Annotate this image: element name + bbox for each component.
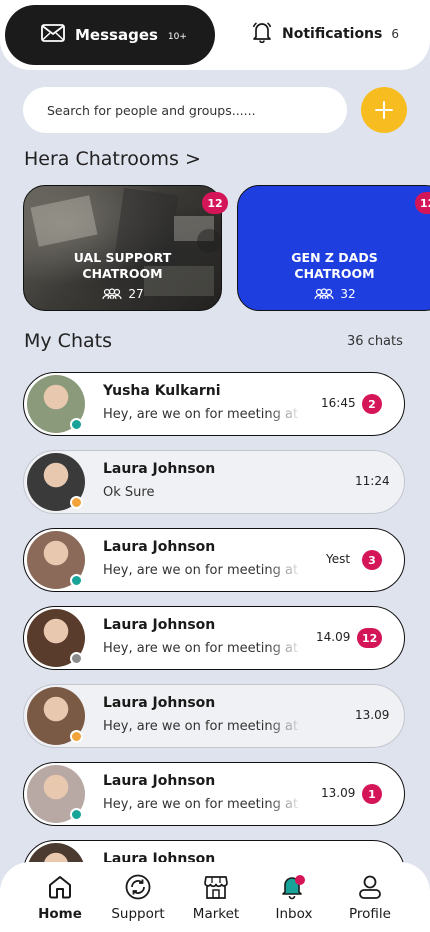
nav-inbox-label: Inbox (275, 906, 313, 922)
search-input[interactable] (47, 102, 327, 118)
tab-notifications[interactable]: Notifications 6 (252, 18, 399, 50)
nav-market-label: Market (192, 906, 240, 922)
chatroom-card-ual-support[interactable]: UAL SUPPORT CHATROOM 27 (23, 185, 222, 311)
chat-time: 16:45 (321, 396, 356, 410)
group-icon (102, 288, 122, 300)
chatroom-name-line2: CHATROOM (294, 266, 375, 281)
status-dot (70, 730, 83, 743)
chat-last-message: Hey, are we on for meeting at the (103, 641, 303, 656)
tab-messages-count: 10+ (167, 31, 187, 42)
nav-profile-label: Profile (349, 906, 391, 922)
chatroom-name-line1: UAL SUPPORT (73, 250, 172, 265)
chat-name: Yusha Kulkarni (103, 383, 221, 399)
unread-badge: 2 (362, 394, 382, 414)
tab-messages[interactable]: Messages 10+ (5, 5, 215, 65)
chat-row[interactable]: Laura Johnson Hey, are we on for meeting … (23, 528, 405, 592)
chatroom-card-gen-z-dads[interactable]: GEN Z DADS CHATROOM 32 (237, 185, 430, 311)
chat-last-message: Hey, are we on for meeting at the (103, 797, 303, 812)
chatroom-name: GEN Z DADS CHATROOM (238, 250, 430, 282)
add-button[interactable] (361, 87, 407, 133)
chat-row[interactable]: Laura Johnson Hey, are we on for meeting … (23, 684, 405, 748)
tab-notifications-count: 6 (391, 27, 399, 41)
chatroom-member-count: 27 (128, 287, 144, 301)
chatroom-badge: 12 (202, 192, 228, 214)
bottom-nav: Home Support Market Inbox Profile (0, 862, 430, 932)
chat-row[interactable]: Laura Johnson Ok Sure 11:24 (23, 450, 405, 514)
chat-last-message: Hey, are we on for meeting at the (103, 719, 303, 734)
chat-last-message: Hey, are we on for meeting at the (103, 407, 303, 422)
tab-messages-label: Messages (75, 26, 158, 44)
my-chats-title: My Chats (24, 330, 112, 352)
chatroom-member-count: 32 (340, 287, 356, 301)
chat-row[interactable]: Yusha Kulkarni Hey, are we on for meeting… (23, 372, 405, 436)
bell-notification-icon (282, 875, 305, 900)
chat-last-message: Hey, are we on for meeting at the (103, 563, 303, 578)
group-icon (314, 288, 334, 300)
support-icon (125, 874, 151, 900)
nav-support[interactable]: Support (103, 874, 173, 922)
chat-name: Laura Johnson (103, 773, 216, 789)
chat-name: Laura Johnson (103, 617, 216, 633)
chat-name: Laura Johnson (103, 695, 216, 711)
chat-time: 13.09 (355, 708, 390, 722)
chatroom-name-line2: CHATROOM (82, 266, 163, 281)
home-icon (49, 876, 71, 899)
chat-name: Laura Johnson (103, 539, 216, 555)
chat-time: Yest (326, 552, 351, 566)
nav-market[interactable]: Market (181, 874, 251, 922)
chats-count: 36 chats (347, 334, 403, 349)
nav-home-label: Home (38, 906, 82, 922)
tab-notifications-label: Notifications (282, 26, 383, 42)
status-dot (70, 652, 83, 665)
unread-badge: 1 (362, 784, 382, 804)
chat-time: 13.09 (321, 786, 356, 800)
status-dot (70, 418, 83, 431)
status-dot (70, 808, 83, 821)
chat-last-message: Ok Sure (103, 485, 155, 500)
nav-profile[interactable]: Profile (335, 874, 405, 922)
chatroom-badge: 12 (415, 192, 430, 214)
plus-icon (375, 101, 393, 119)
top-tab-bar: Messages 10+ Notifications 6 (0, 0, 430, 70)
chatroom-members: 32 (238, 287, 430, 301)
nav-inbox[interactable]: Inbox (259, 874, 329, 922)
unread-badge: 3 (362, 550, 382, 570)
unread-badge: 12 (357, 628, 383, 648)
chatroom-members: 27 (24, 287, 221, 301)
envelope-icon (41, 24, 65, 46)
nav-support-label: Support (111, 906, 165, 922)
user-icon (359, 875, 381, 899)
status-dot (70, 496, 83, 509)
chat-row[interactable]: Laura Johnson Hey, are we on for meeting … (23, 762, 405, 826)
chatrooms-title[interactable]: Hera Chatrooms > (24, 148, 201, 170)
chat-row[interactable]: Laura Johnson Hey, are we on for meeting … (23, 606, 405, 670)
chatroom-name-line1: GEN Z DADS (291, 250, 378, 265)
search-bar (23, 87, 347, 133)
chat-time: 14.09 (316, 630, 351, 644)
nav-home[interactable]: Home (25, 874, 95, 922)
chat-time: 11:24 (355, 474, 390, 488)
bell-icon (252, 21, 272, 47)
store-icon (204, 876, 228, 899)
status-dot (70, 574, 83, 587)
chatroom-name: UAL SUPPORT CHATROOM (24, 250, 221, 282)
chat-name: Laura Johnson (103, 461, 216, 477)
